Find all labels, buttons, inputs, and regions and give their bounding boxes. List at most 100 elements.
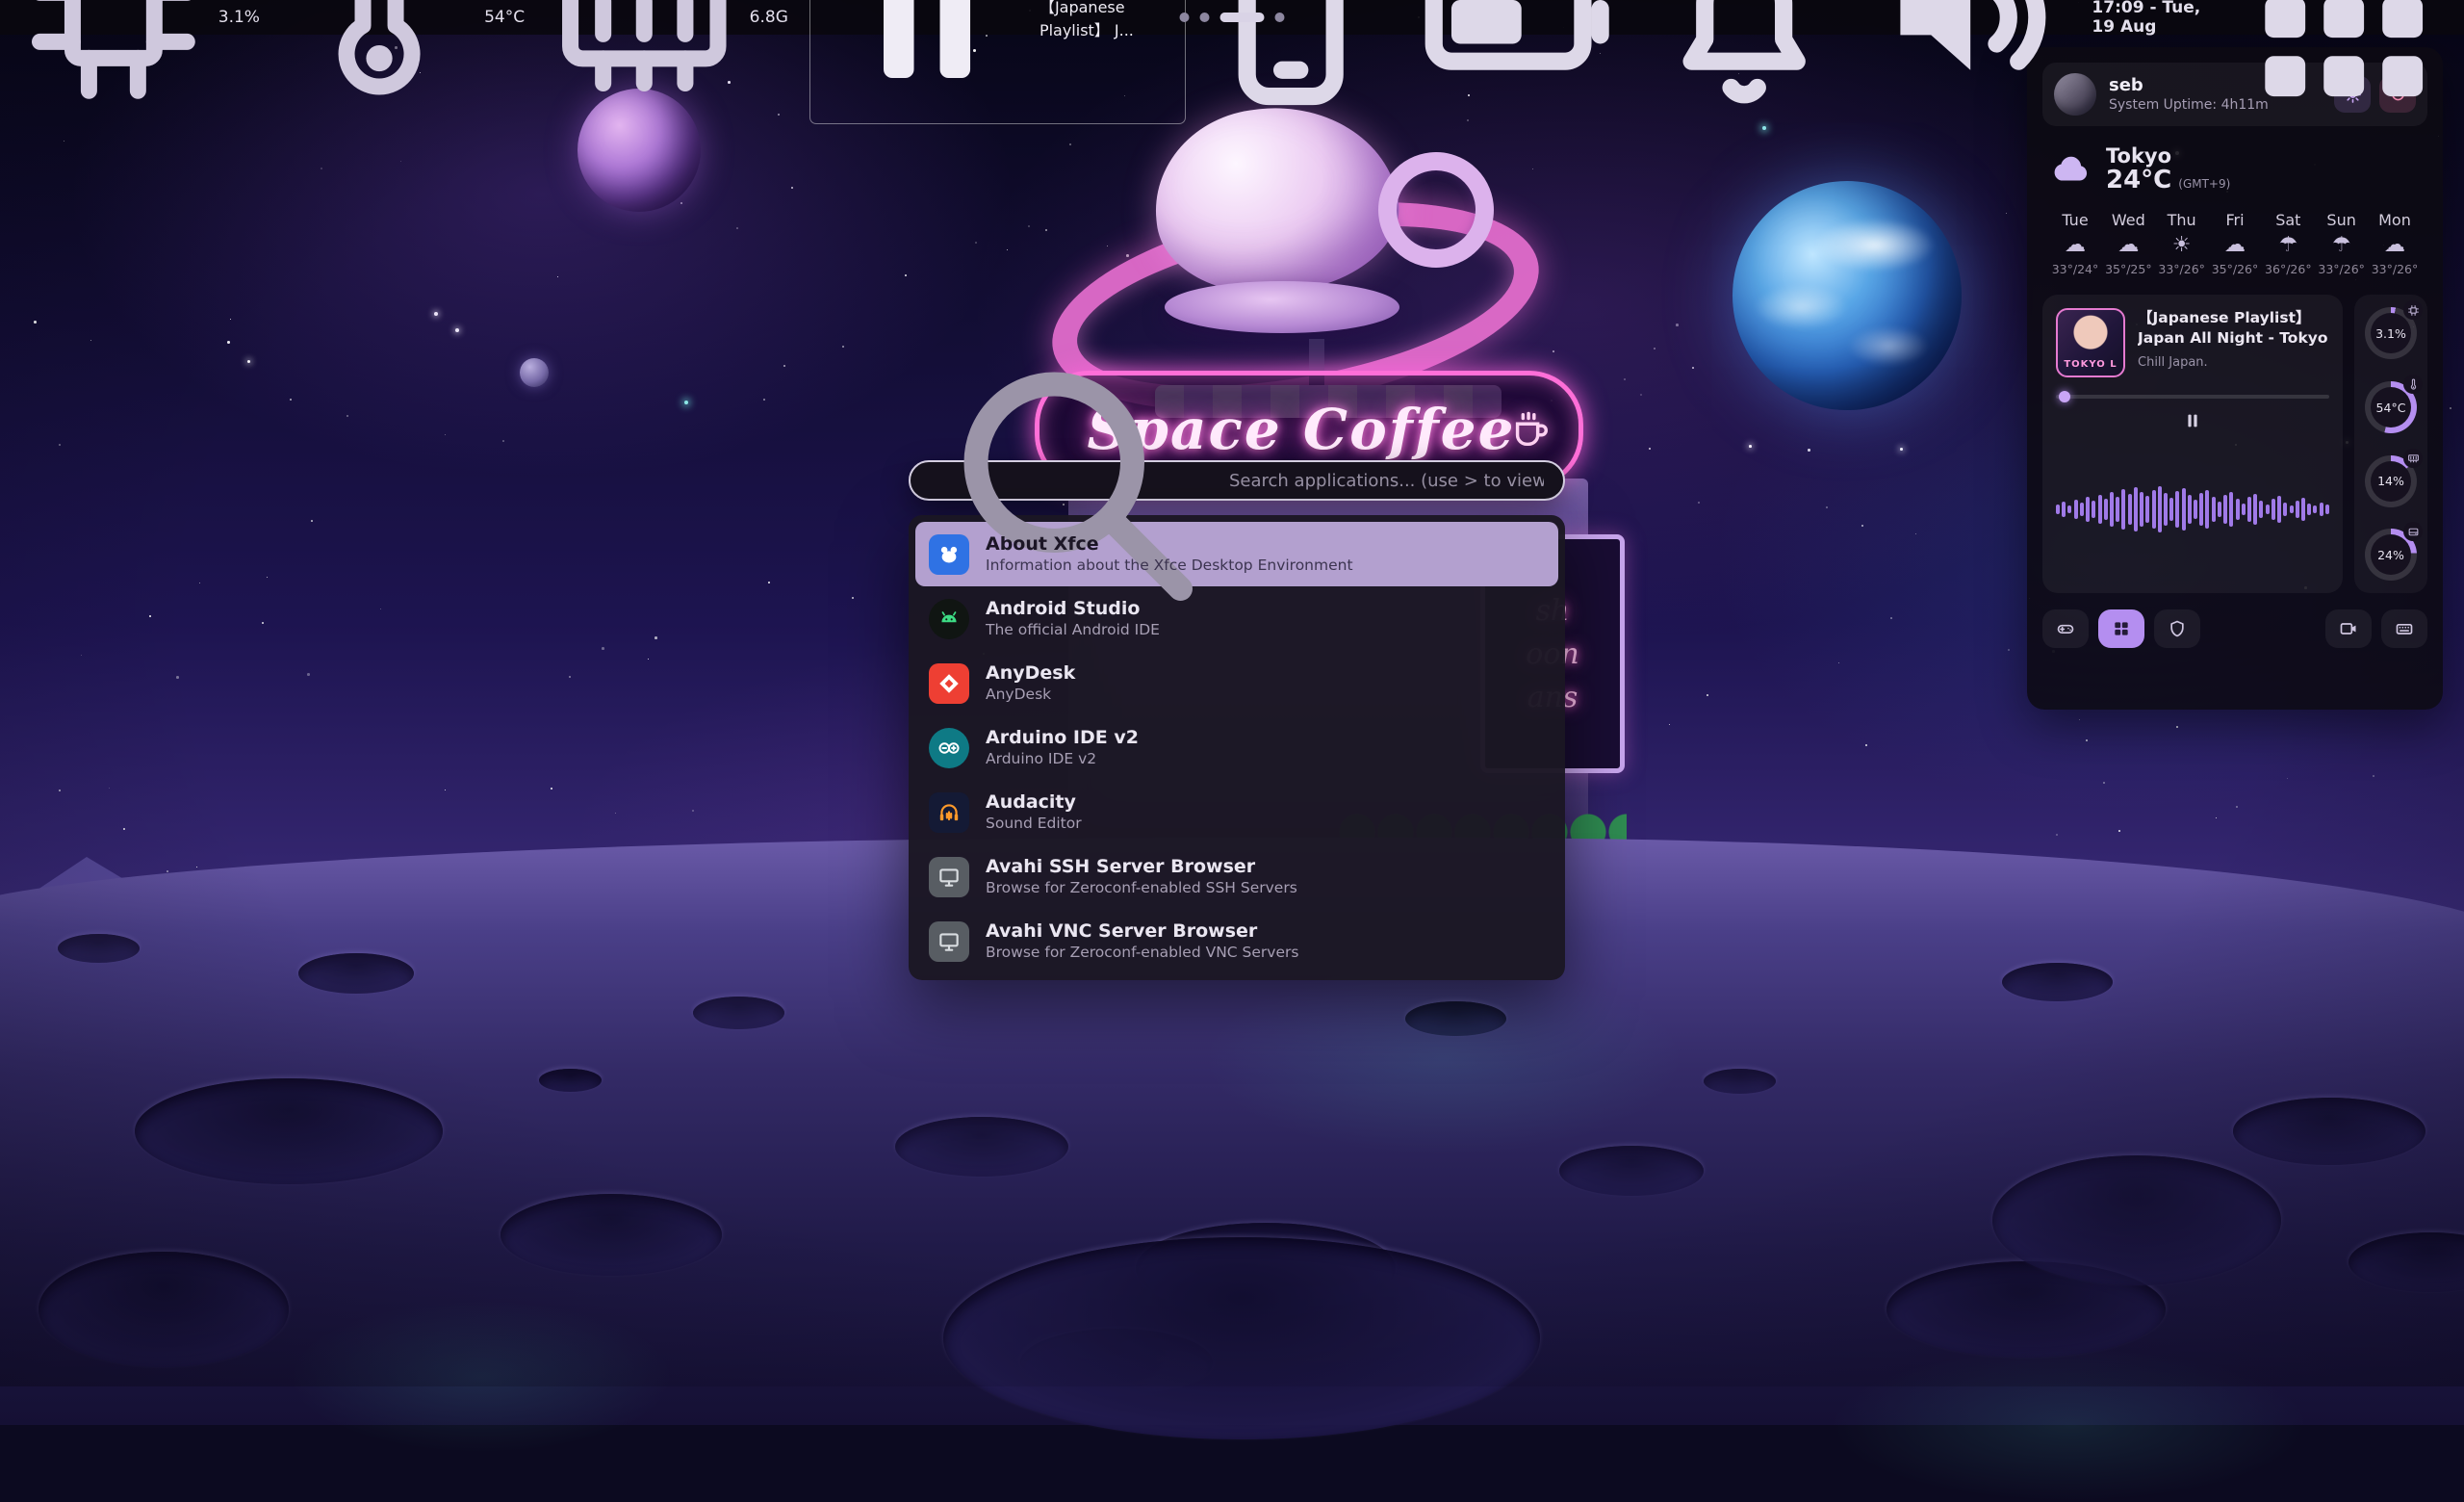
star bbox=[311, 520, 313, 522]
waveform-bar bbox=[2104, 499, 2108, 520]
workspace-dot[interactable] bbox=[1200, 13, 1210, 22]
app-icon bbox=[929, 792, 969, 833]
app-grid-icon[interactable] bbox=[2239, 0, 2449, 122]
ram-icon bbox=[546, 0, 743, 116]
star bbox=[905, 274, 907, 276]
volume-icon[interactable] bbox=[1865, 0, 2075, 122]
waveform-bar bbox=[2290, 505, 2294, 513]
clock[interactable]: 17:09 - Tue, 19 Aug bbox=[2092, 0, 2221, 37]
search-input[interactable] bbox=[1227, 470, 1546, 492]
waveform-bar bbox=[2086, 497, 2090, 522]
battery-icon[interactable] bbox=[1412, 0, 1622, 122]
apps-button[interactable] bbox=[2098, 609, 2144, 648]
star bbox=[321, 168, 322, 169]
workspace-dot[interactable] bbox=[1275, 13, 1285, 22]
launcher-result-item[interactable]: Avahi VNC Server Browser Browse for Zero… bbox=[915, 909, 1558, 973]
star bbox=[267, 577, 268, 578]
waveform-bar bbox=[2253, 494, 2257, 525]
workspace-dot[interactable] bbox=[1180, 13, 1190, 22]
playback-progress[interactable] bbox=[2056, 395, 2329, 399]
launcher-result-item[interactable]: Avahi SSH Server Browser Browse for Zero… bbox=[915, 844, 1558, 909]
cpu-usage-value: 3.1% bbox=[218, 8, 260, 27]
workspace-indicator bbox=[1180, 13, 1285, 22]
star bbox=[81, 655, 82, 656]
crater bbox=[500, 1194, 722, 1276]
memory-value: 6.8G bbox=[750, 8, 788, 27]
shield-button[interactable] bbox=[2154, 609, 2200, 648]
weather-icon: ☁ bbox=[2065, 235, 2086, 256]
forecast-day: Wed ☁ 35°/25° bbox=[2103, 211, 2153, 276]
waveform-bar bbox=[2301, 498, 2305, 521]
app-icon bbox=[929, 728, 969, 768]
gauge: 14% bbox=[2365, 455, 2417, 507]
notifications-bell-icon[interactable] bbox=[1639, 0, 1849, 122]
waveform-bar bbox=[2121, 489, 2125, 530]
star bbox=[736, 227, 738, 229]
workspace-dot[interactable] bbox=[1220, 13, 1265, 22]
controller-button[interactable] bbox=[2042, 609, 2089, 648]
crater bbox=[943, 1237, 1540, 1439]
star bbox=[569, 676, 571, 678]
bright-star bbox=[1900, 448, 1903, 451]
top-panel: 3.1% 54°C 6.8G 【Japanese Playlist】 J... … bbox=[0, 0, 2464, 35]
apps-grid-icon bbox=[2112, 619, 2131, 638]
screen-record-button[interactable] bbox=[2325, 609, 2372, 648]
weather-header: Tokyo 24°C (GMT+9) bbox=[2048, 144, 2422, 194]
app-text: Avahi SSH Server Browser Browse for Zero… bbox=[986, 857, 1297, 896]
pause-button[interactable] bbox=[2182, 410, 2203, 431]
app-description: Information about the Xfce Desktop Envir… bbox=[986, 557, 1353, 574]
crater bbox=[298, 953, 414, 994]
app-name: Avahi SSH Server Browser bbox=[986, 857, 1297, 877]
app-description: Arduino IDE v2 bbox=[986, 751, 1139, 767]
search-icon bbox=[928, 336, 1217, 625]
now-playing-button[interactable]: 【Japanese Playlist】 J... bbox=[809, 0, 1186, 124]
waveform-bar bbox=[2116, 497, 2119, 522]
launcher-result-item[interactable]: Arduino IDE v2 Arduino IDE v2 bbox=[915, 715, 1558, 780]
app-icon bbox=[929, 534, 969, 575]
media-region: TOKYO L 【Japanese Playlist】 Japan All Ni… bbox=[2042, 295, 2427, 593]
waveform-bar bbox=[2110, 492, 2114, 527]
forecast-temps: 36°/26° bbox=[2265, 262, 2312, 276]
progress-handle[interactable] bbox=[2059, 391, 2070, 402]
star bbox=[1676, 324, 1679, 326]
star bbox=[2176, 726, 2178, 728]
waveform-bar bbox=[2199, 493, 2203, 526]
launcher-result-item[interactable]: Audacity Sound Editor bbox=[915, 780, 1558, 844]
app-name: Audacity bbox=[986, 792, 1082, 813]
forecast-temps: 33°/24° bbox=[2052, 262, 2099, 276]
waveform-bar bbox=[2134, 487, 2138, 531]
waveform-bar bbox=[2223, 495, 2227, 524]
cpu-icon bbox=[15, 0, 212, 116]
star bbox=[149, 615, 151, 617]
forecast-day-label: Sun bbox=[2326, 211, 2355, 229]
star bbox=[176, 676, 179, 679]
weather-timezone: (GMT+9) bbox=[2178, 177, 2230, 191]
forecast-temps: 33°/26° bbox=[2372, 262, 2419, 276]
app-name: Android Studio bbox=[986, 599, 1160, 619]
forecast-day: Mon ☁ 33°/26° bbox=[2370, 211, 2420, 276]
cup-saucer bbox=[1165, 281, 1399, 333]
waveform-bar bbox=[2164, 493, 2168, 526]
forecast-temps: 33°/26° bbox=[2318, 262, 2365, 276]
waveform-bar bbox=[2175, 491, 2179, 528]
launcher-result-item[interactable]: AnyDesk AnyDesk bbox=[915, 651, 1558, 715]
waveform-bar bbox=[2266, 505, 2270, 514]
forecast-temps: 35°/25° bbox=[2105, 262, 2152, 276]
star bbox=[791, 187, 793, 189]
gauge: 3.1% bbox=[2365, 307, 2417, 359]
keyboard-button[interactable] bbox=[2381, 609, 2427, 648]
launcher-search-bar[interactable] bbox=[909, 460, 1565, 501]
weather-icon: ☁ bbox=[2384, 235, 2405, 256]
system-tray: 17:09 - Tue, 19 Aug bbox=[1186, 0, 2449, 122]
app-text: Avahi VNC Server Browser Browse for Zero… bbox=[986, 921, 1298, 961]
weather-forecast: Tue ☁ 33°/24° Wed ☁ 35°/25° Thu ☀ 33°/26… bbox=[2048, 211, 2422, 276]
star bbox=[90, 340, 91, 341]
waveform-bar bbox=[2212, 497, 2216, 522]
star bbox=[783, 365, 785, 367]
track-subtitle: Chill Japan. bbox=[2138, 355, 2329, 370]
app-icon bbox=[929, 921, 969, 962]
app-description: The official Android IDE bbox=[986, 622, 1160, 638]
star bbox=[1640, 394, 1642, 396]
now-playing-label: 【Japanese Playlist】 J... bbox=[1040, 0, 1172, 40]
star bbox=[768, 582, 770, 583]
